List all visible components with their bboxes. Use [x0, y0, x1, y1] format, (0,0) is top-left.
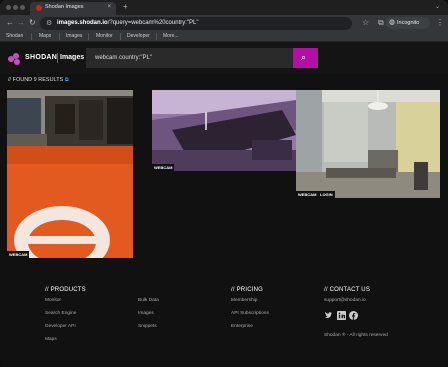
- login-tag: LOGIN: [318, 191, 335, 198]
- browser-menu-icon[interactable]: ⋮: [436, 18, 444, 27]
- forward-arrow-icon[interactable]: →: [17, 18, 25, 27]
- url-host: images.shodan.io: [57, 20, 108, 26]
- close-window-dot[interactable]: [6, 5, 11, 10]
- bookmark-developer[interactable]: Developer: [127, 33, 150, 39]
- footer-link-developer-api[interactable]: Developer API: [45, 324, 76, 329]
- tab-search-chevron-icon[interactable]: ⌄: [435, 3, 440, 10]
- reload-icon[interactable]: ↻: [29, 18, 36, 27]
- result-image-3[interactable]: WEBCAM LOGIN: [296, 90, 440, 198]
- browser-window: Shodan Images × + ⌄ ← → ↻ ⚙ images.shoda…: [0, 0, 448, 367]
- bookmark-maps[interactable]: Maps: [39, 33, 51, 39]
- result-image-2[interactable]: WEBCAM: [152, 90, 296, 171]
- bookmark-divider: [31, 33, 32, 40]
- footer-link-api-subscriptions[interactable]: API Subscriptions: [231, 311, 269, 316]
- bookmark-star-icon[interactable]: ☆: [362, 18, 369, 27]
- search-input[interactable]: webcam country:"PL": [86, 48, 293, 68]
- contact-email[interactable]: support@shodan.io: [324, 298, 366, 303]
- webcam-snapshot: [296, 90, 440, 198]
- bookmark-divider: [88, 33, 89, 40]
- footer-link-membership[interactable]: Membership: [231, 298, 257, 303]
- bookmarks-bar: Shodan Maps Images Monitor Developer Mor…: [0, 32, 448, 42]
- footer-link-snippets[interactable]: Snippets: [138, 324, 157, 329]
- brand-name[interactable]: SHODAN: [25, 54, 57, 61]
- footer-link-enterprise[interactable]: Enterprise: [231, 324, 253, 329]
- copyright: Shodan ® - All rights reserved: [324, 333, 388, 338]
- address-bar[interactable]: ⚙ images.shodan.io/?query=webcam%20count…: [40, 17, 352, 30]
- results-count: // FOUND 9 RESULTS ⧉: [8, 77, 69, 84]
- webcam-tag: WEBCAM: [296, 191, 319, 198]
- incognito-badge[interactable]: ◍ Incognito: [385, 17, 430, 29]
- section-name[interactable]: Images: [60, 54, 84, 61]
- url-text: images.shodan.io/?query=webcam%20country…: [57, 20, 199, 26]
- contact-heading: // CONTACT US: [324, 287, 371, 293]
- maximize-window-dot[interactable]: [20, 5, 25, 10]
- shodan-logo-icon[interactable]: [8, 53, 22, 65]
- found-suffix: RESULTS: [36, 77, 64, 83]
- footer-link-monitor[interactable]: Monitor: [45, 298, 61, 303]
- result-image-1[interactable]: WEBCAM: [7, 90, 133, 258]
- back-arrow-icon[interactable]: ←: [6, 18, 14, 27]
- footer-link-images[interactable]: Images: [138, 311, 154, 316]
- footer-link-search-engine[interactable]: Search Engine: [45, 311, 76, 316]
- site-info-icon[interactable]: ⚙: [46, 19, 52, 27]
- tab-close-icon[interactable]: ×: [107, 4, 111, 10]
- products-heading: // PRODUCTS: [45, 287, 86, 293]
- minimize-window-dot[interactable]: [13, 5, 18, 10]
- bookmark-images[interactable]: Images: [66, 33, 82, 39]
- bookmark-monitor[interactable]: Monitor: [96, 33, 113, 39]
- webcam-tag: WEBCAM: [152, 164, 175, 171]
- pricing-heading: // PRICING: [231, 287, 264, 293]
- bookmark-divider: [120, 33, 121, 40]
- bookmark-shodan[interactable]: Shodan: [6, 33, 23, 39]
- found-prefix: // FOUND: [8, 77, 34, 83]
- incognito-icon: ◍: [389, 19, 396, 26]
- webcam-snapshot: [7, 90, 133, 258]
- search-button[interactable]: ⌕: [293, 48, 318, 68]
- bookmark-divider: [59, 33, 60, 40]
- bookmark-more[interactable]: More...: [163, 33, 179, 39]
- new-tab-button[interactable]: +: [123, 2, 128, 11]
- incognito-label: Incognito: [397, 20, 420, 26]
- tab-title: Shodan Images: [45, 4, 84, 10]
- external-link-icon[interactable]: ⧉: [65, 77, 69, 83]
- search-query: webcam country:"PL": [95, 55, 152, 61]
- shodan-favicon-icon: [36, 5, 42, 11]
- bookmark-divider: [156, 33, 157, 40]
- facebook-icon[interactable]: [349, 311, 358, 320]
- linkedin-icon[interactable]: [337, 311, 346, 320]
- footer-link-bulk-data[interactable]: Bulk Data: [138, 298, 159, 303]
- url-path: /?query=webcam%20country:"PL": [107, 20, 199, 26]
- brand-divider: [57, 53, 58, 63]
- search-icon: ⌕: [301, 52, 307, 62]
- site-header: SHODAN Images webcam country:"PL" ⌕: [0, 42, 448, 74]
- twitter-icon[interactable]: [324, 311, 333, 320]
- webcam-tag: WEBCAM: [7, 251, 30, 258]
- extensions-icon[interactable]: ⧉: [378, 18, 384, 28]
- tab-bar: Shodan Images × + ⌄: [0, 0, 448, 15]
- footer-link-maps[interactable]: Maps: [45, 337, 57, 342]
- tab-shodan-images[interactable]: Shodan Images ×: [30, 2, 116, 15]
- webcam-snapshot: [152, 90, 296, 171]
